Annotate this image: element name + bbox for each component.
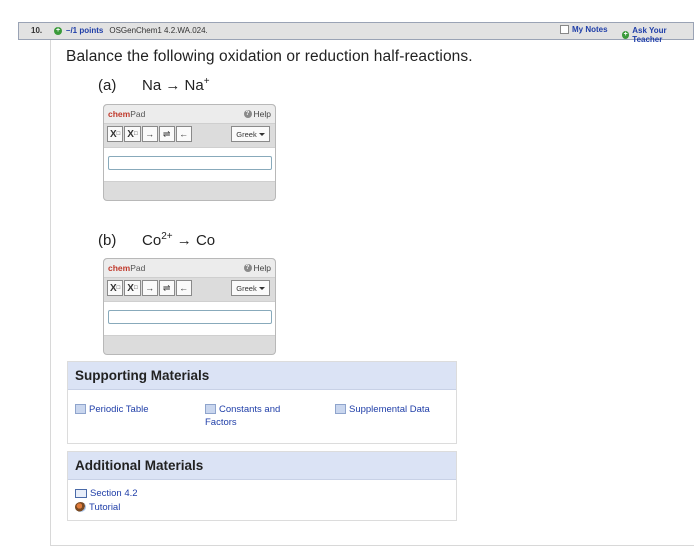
chevron-down-icon bbox=[258, 286, 265, 290]
subscript-button[interactable]: X □ bbox=[107, 126, 124, 142]
my-notes-label[interactable]: My Notes bbox=[572, 25, 608, 34]
subscript-button[interactable]: X □ bbox=[107, 280, 124, 296]
chempad-b-title: chemPad bbox=[108, 263, 146, 273]
chempad-b-help-button[interactable]: ? Help bbox=[243, 263, 271, 273]
question-number: 10. bbox=[31, 26, 43, 35]
superscript-button[interactable]: X □ bbox=[124, 280, 141, 296]
greek-dropdown[interactable]: Greek bbox=[231, 126, 270, 142]
answer-input-a[interactable] bbox=[108, 156, 272, 170]
part-a-reactant: Na bbox=[142, 77, 162, 94]
course-code: OSGenChem1 4.2.WA.024. bbox=[109, 26, 208, 35]
constants-factors-link[interactable]: Constants and Factors bbox=[205, 403, 300, 429]
part-a-product: Na bbox=[184, 77, 204, 94]
supporting-materials-title: Supporting Materials bbox=[68, 362, 456, 390]
my-notes-checkbox-icon[interactable] bbox=[560, 25, 569, 34]
additional-materials-panel: Additional Materials Section 4.2 Tutoria… bbox=[67, 451, 457, 521]
ask-teacher-label[interactable]: Ask Your Teacher bbox=[632, 26, 693, 44]
left-arrow-button[interactable]: ← bbox=[175, 126, 192, 142]
right-arrow-button[interactable]: → bbox=[141, 126, 158, 142]
chempad-b-body bbox=[104, 301, 275, 336]
expand-plus-icon[interactable]: + bbox=[54, 26, 62, 35]
tutorial-link[interactable]: Tutorial bbox=[75, 501, 120, 514]
chempad-a-toolbar: X □ X □ → ⇌ ← bbox=[107, 126, 192, 142]
document-icon bbox=[205, 404, 216, 414]
part-a-label: (a) bbox=[98, 77, 117, 94]
supporting-materials-panel: Supporting Materials Periodic Table Cons… bbox=[67, 361, 457, 444]
chempad-b-header: chemPad ? Help bbox=[104, 259, 275, 278]
chempad-a-help-button[interactable]: ? Help bbox=[243, 109, 271, 119]
question-instruction: Balance the following oxidation or reduc… bbox=[66, 48, 473, 65]
chempad-a-header: chemPad ? Help bbox=[104, 105, 275, 124]
right-arrow-button[interactable]: → bbox=[141, 280, 158, 296]
document-icon bbox=[75, 404, 86, 414]
part-b-reactant: Co bbox=[142, 232, 162, 249]
tutorial-icon bbox=[75, 502, 86, 512]
equilibrium-arrow-button[interactable]: ⇌ bbox=[158, 280, 175, 296]
part-a-product-charge: + bbox=[203, 76, 210, 87]
answer-input-b[interactable] bbox=[108, 310, 272, 324]
part-b-reactant-charge: 2+ bbox=[161, 231, 173, 242]
part-a-reaction: (a) Na → Na+ bbox=[98, 76, 210, 94]
supplemental-data-link[interactable]: Supplemental Data bbox=[335, 403, 430, 416]
additional-materials-title: Additional Materials bbox=[68, 452, 456, 480]
part-b-arrow: → bbox=[176, 232, 192, 249]
section-4-2-link[interactable]: Section 4.2 bbox=[75, 487, 138, 500]
chempad-a-body bbox=[104, 147, 275, 182]
chempad-a: chemPad ? Help X □ X □ → ⇌ ← Greek bbox=[103, 104, 276, 201]
part-b-reaction: (b) Co2+ → Co bbox=[98, 231, 215, 249]
greek-dropdown[interactable]: Greek bbox=[231, 280, 270, 296]
chevron-down-icon bbox=[258, 132, 265, 136]
my-notes-toggle[interactable]: My Notes bbox=[560, 25, 608, 34]
chempad-b: chemPad ? Help X □ X □ → ⇌ ← Greek bbox=[103, 258, 276, 355]
part-b-label: (b) bbox=[98, 232, 117, 249]
part-b-product: Co bbox=[195, 232, 216, 249]
superscript-button[interactable]: X □ bbox=[124, 126, 141, 142]
book-icon bbox=[75, 489, 87, 498]
help-icon[interactable]: ? bbox=[243, 110, 252, 118]
part-a-arrow: → bbox=[165, 77, 181, 94]
periodic-table-link[interactable]: Periodic Table bbox=[75, 403, 149, 416]
left-arrow-button[interactable]: ← bbox=[175, 280, 192, 296]
help-icon[interactable]: ? bbox=[243, 264, 252, 272]
points-toggle[interactable]: + –/1 points OSGenChem1 4.2.WA.024. bbox=[54, 26, 208, 35]
ask-plus-icon[interactable]: + bbox=[622, 31, 630, 39]
chempad-b-toolbar: X □ X □ → ⇌ ← bbox=[107, 280, 192, 296]
document-icon bbox=[335, 404, 346, 414]
ask-teacher-button[interactable]: + Ask Your Teacher bbox=[622, 26, 693, 44]
equilibrium-arrow-button[interactable]: ⇌ bbox=[158, 126, 175, 142]
points-label: –/1 points bbox=[66, 26, 104, 35]
chempad-a-title: chemPad bbox=[108, 109, 146, 119]
question-header-bar: 10. + –/1 points OSGenChem1 4.2.WA.024. … bbox=[18, 22, 694, 44]
